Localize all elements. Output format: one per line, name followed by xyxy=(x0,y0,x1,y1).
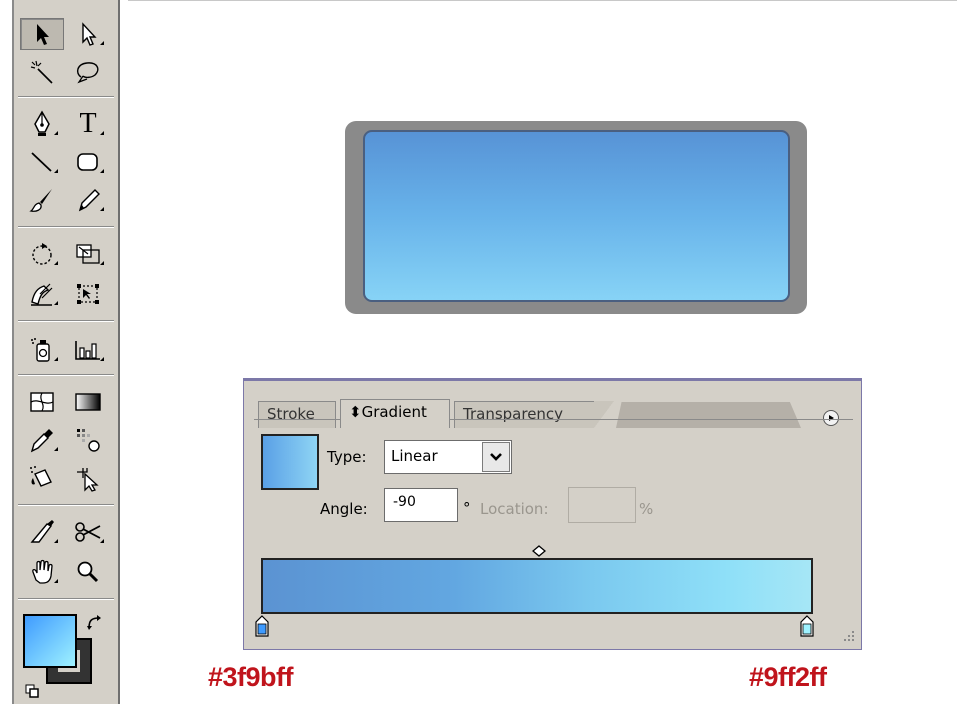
rotate-icon xyxy=(32,243,52,265)
magic-wand-tool[interactable] xyxy=(20,56,64,88)
lasso-icon xyxy=(76,62,99,84)
warp-icon xyxy=(31,283,53,306)
live-paint-selection-icon xyxy=(77,468,99,492)
panel-menu-button[interactable] xyxy=(823,410,839,426)
angle-input[interactable]: -90 xyxy=(384,488,458,522)
tool-group-divider xyxy=(18,320,114,322)
warp-tool[interactable] xyxy=(20,278,64,310)
gradient-tool[interactable] xyxy=(66,386,110,418)
eyedropper-tool[interactable] xyxy=(20,424,64,456)
resize-grip-icon[interactable] xyxy=(841,629,855,643)
live-paint-bucket-tool[interactable] xyxy=(20,462,64,494)
mesh-icon xyxy=(30,392,54,412)
gradient-slider-bar[interactable] xyxy=(261,558,813,614)
slice-knife-icon xyxy=(30,520,54,543)
tool-group-divider xyxy=(18,598,114,600)
tool-group-divider xyxy=(18,226,114,228)
left-stop-hex-annotation: #3f9bff xyxy=(208,662,294,692)
hand-icon xyxy=(32,559,53,584)
panel-tab-bar: Stroke ⬍Gradient Transparency xyxy=(244,389,861,428)
live-paint-selection-tool[interactable] xyxy=(66,462,110,494)
dropdown-button[interactable] xyxy=(482,442,510,472)
scale-icon xyxy=(76,244,100,264)
slice-tool[interactable] xyxy=(20,516,64,548)
gradient-type-select[interactable]: Linear xyxy=(384,440,512,474)
play-triangle-icon xyxy=(829,415,834,421)
line-tool[interactable] xyxy=(20,146,64,178)
degree-symbol: ° xyxy=(463,499,471,517)
scissors-tool[interactable] xyxy=(66,516,110,548)
gradient-stop-left[interactable] xyxy=(255,615,269,637)
canvas-top-edge xyxy=(128,0,957,1)
chevron-down-icon xyxy=(490,453,502,461)
column-graph-icon xyxy=(75,341,100,360)
eyedropper-icon xyxy=(30,429,53,453)
zoom-magnifier-icon xyxy=(77,561,99,583)
paintbrush-icon xyxy=(29,189,52,212)
right-stop-hex-annotation: #9ff2ff xyxy=(749,662,827,692)
zoom-tool[interactable] xyxy=(66,556,110,588)
paint-bucket-icon xyxy=(30,466,52,487)
symbol-sprayer-icon xyxy=(31,338,50,362)
line-segment-icon xyxy=(31,152,52,172)
tool-group-divider xyxy=(18,374,114,376)
swap-fill-stroke-icon[interactable] xyxy=(86,614,104,632)
tab-bar-ridge xyxy=(616,402,801,428)
gradient-midpoint-diamond[interactable] xyxy=(532,545,546,557)
type-t-icon: T xyxy=(79,108,97,139)
tab-gradient[interactable]: ⬍Gradient xyxy=(340,399,450,428)
rotate-tool[interactable] xyxy=(20,238,64,270)
tool-group-divider xyxy=(18,96,114,98)
pen-tool[interactable] xyxy=(20,108,64,140)
paintbrush-tool[interactable] xyxy=(20,184,64,216)
gradient-preview-fill xyxy=(263,436,317,488)
free-transform-icon xyxy=(77,284,99,304)
blend-tool[interactable] xyxy=(66,424,110,456)
rounded-rectangle-icon xyxy=(77,153,98,171)
type-tool[interactable]: T xyxy=(66,108,110,140)
gradient-type-value: Linear xyxy=(391,447,438,465)
location-label: Location: xyxy=(480,500,549,518)
pencil-tool[interactable] xyxy=(66,184,110,216)
location-input[interactable] xyxy=(568,487,636,523)
tab-stroke[interactable]: Stroke xyxy=(258,401,336,428)
type-label: Type: xyxy=(327,448,367,466)
free-transform-tool[interactable] xyxy=(66,278,110,310)
blue-gradient-button-shape[interactable] xyxy=(363,130,790,302)
percent-label: % xyxy=(639,500,654,518)
gradient-preview-swatch[interactable] xyxy=(261,434,319,490)
scale-tool[interactable] xyxy=(66,238,110,270)
blend-icon xyxy=(77,429,100,452)
tool-palette: T xyxy=(0,0,128,704)
arrow-black-icon xyxy=(37,24,49,45)
pencil-icon xyxy=(78,189,100,212)
arrow-white-icon xyxy=(82,22,97,46)
default-colors-icon[interactable] xyxy=(25,684,39,698)
hand-tool[interactable] xyxy=(20,556,64,588)
mesh-tool[interactable] xyxy=(20,386,64,418)
fill-color-swatch[interactable] xyxy=(23,614,77,668)
selection-tool[interactable] xyxy=(20,18,64,50)
direct-selection-tool[interactable] xyxy=(66,18,110,50)
rounded-rectangle-tool[interactable] xyxy=(66,146,110,178)
tool-palette-panel: T xyxy=(12,0,120,704)
gradient-stop-right[interactable] xyxy=(800,615,814,637)
angle-label: Angle: xyxy=(320,500,368,518)
lasso-tool[interactable] xyxy=(66,56,110,88)
tool-group-divider xyxy=(18,504,114,506)
magic-wand-icon xyxy=(30,60,53,84)
tab-transparency[interactable]: Transparency xyxy=(454,401,614,428)
scissors-icon xyxy=(75,522,101,542)
gradient-panel: Stroke ⬍Gradient Transparency Type: Line… xyxy=(243,380,862,650)
symbol-sprayer-tool[interactable] xyxy=(20,334,64,366)
gradient-icon xyxy=(75,393,101,411)
pen-nib-icon xyxy=(34,110,50,136)
graph-tool[interactable] xyxy=(66,334,110,366)
